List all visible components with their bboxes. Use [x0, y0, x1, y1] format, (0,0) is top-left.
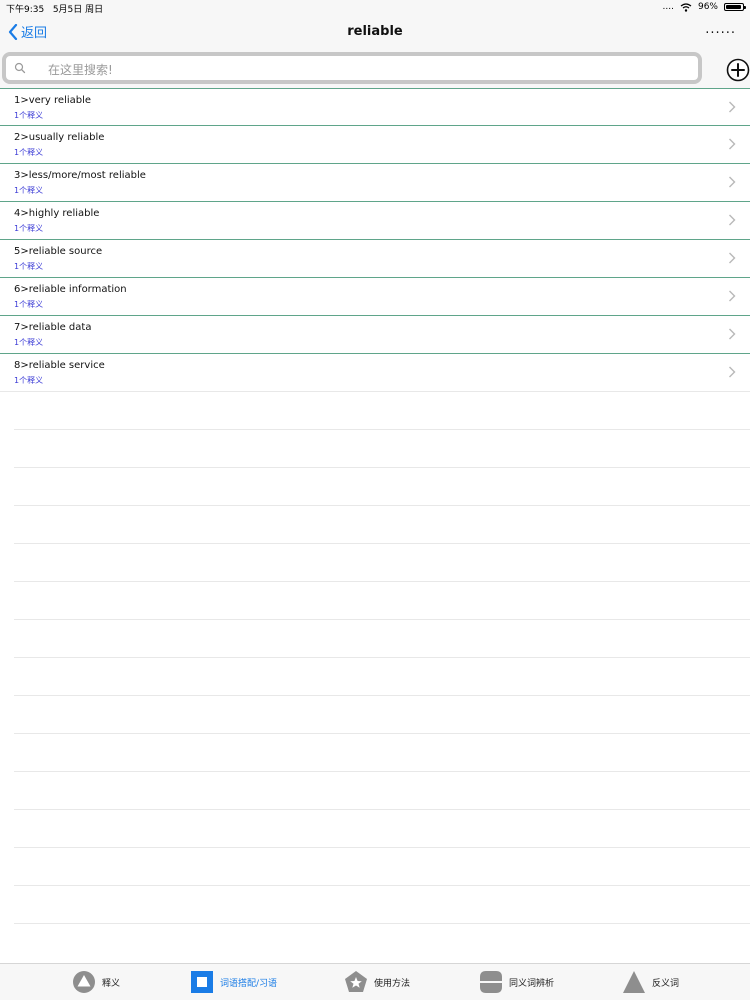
tab-synonyms[interactable]: 同义词辨析	[479, 970, 554, 994]
battery-fill	[726, 5, 742, 9]
search-input[interactable]	[46, 59, 650, 81]
square-icon	[191, 971, 213, 993]
tab-label: 词语搭配/习语	[220, 978, 278, 989]
triangle-circle-icon	[73, 971, 95, 993]
list-item[interactable]: 2>usually reliable 1个释义	[0, 126, 750, 164]
empty-row	[14, 848, 750, 886]
chevron-right-icon	[729, 290, 736, 302]
tab-label: 同义词辨析	[509, 978, 555, 989]
item-subtitle: 1个释义	[14, 224, 44, 233]
empty-row	[14, 620, 750, 658]
item-subtitle: 1个释义	[14, 376, 44, 385]
wifi-icon	[680, 2, 692, 12]
item-title: 8>reliable service	[14, 360, 105, 371]
search-bar	[0, 50, 750, 88]
empty-row	[14, 430, 750, 468]
item-subtitle: 1个释义	[14, 262, 44, 271]
item-subtitle: 1个释义	[14, 186, 44, 195]
tab-label: 反义词	[652, 978, 680, 989]
pentagon-star-icon	[345, 971, 367, 992]
status-bar: 下午9:35 5月5日 周日 .... 96%	[0, 0, 750, 15]
empty-row	[14, 468, 750, 506]
empty-row	[14, 886, 750, 924]
item-title: 5>reliable source	[14, 246, 103, 257]
list-item[interactable]: 5>reliable source 1个释义	[0, 240, 750, 278]
chevron-right-icon	[729, 252, 736, 264]
list-item[interactable]: 3>less/more/most reliable 1个释义	[0, 164, 750, 202]
chevron-right-icon	[729, 138, 736, 150]
empty-row	[14, 810, 750, 848]
battery-percent: 96%	[697, 2, 718, 12]
more-button[interactable]: ......	[705, 22, 736, 37]
item-subtitle: 1个释义	[14, 111, 44, 120]
item-subtitle: 1个释义	[14, 148, 44, 157]
tab-usage[interactable]: 使用方法	[344, 970, 410, 994]
item-subtitle: 1个释义	[14, 300, 44, 309]
tab-collocations[interactable]: 词语搭配/习语	[190, 970, 277, 994]
chevron-right-icon	[729, 214, 736, 226]
item-title: 3>less/more/most reliable	[14, 170, 146, 181]
triangle-icon	[623, 971, 645, 993]
list-item[interactable]: 4>highly reliable 1个释义	[0, 202, 750, 240]
item-title: 2>usually reliable	[14, 132, 105, 143]
item-subtitle: 1个释义	[14, 338, 44, 347]
list-item[interactable]: 7>reliable data 1个释义	[0, 316, 750, 354]
navigation-bar: 返回 reliable ......	[0, 14, 750, 50]
empty-row	[14, 392, 750, 430]
status-right: .... 96%	[662, 2, 746, 12]
empty-row	[14, 658, 750, 696]
chevron-right-icon	[729, 176, 736, 188]
collocation-list: 1>very reliable 1个释义 2>usually reliable …	[0, 88, 750, 924]
tab-label: 使用方法	[374, 978, 411, 989]
item-title: 1>very reliable	[14, 95, 92, 106]
signal-dots: ....	[662, 2, 674, 12]
empty-row	[14, 544, 750, 582]
tab-antonyms[interactable]: 反义词	[622, 970, 679, 994]
list-item[interactable]: 8>reliable service 1个释义	[0, 354, 750, 392]
empty-row	[14, 582, 750, 620]
page-title: reliable	[347, 24, 403, 39]
chevron-right-icon	[729, 366, 736, 378]
search-icon	[14, 62, 26, 74]
add-circle-icon[interactable]	[726, 58, 750, 82]
tab-label: 释义	[102, 978, 121, 989]
tab-definition[interactable]: 释义	[72, 970, 120, 994]
chevron-right-icon	[729, 101, 736, 113]
chevron-right-icon	[729, 328, 736, 340]
item-title: 4>highly reliable	[14, 208, 100, 219]
tab-bar: 释义 词语搭配/习语 使用方法 同义词辨析 反义词	[0, 963, 750, 1000]
list-item[interactable]: 1>very reliable 1个释义	[0, 88, 750, 126]
item-title: 7>reliable data	[14, 322, 92, 333]
split-rounded-icon	[480, 971, 502, 993]
empty-row	[14, 734, 750, 772]
empty-row	[14, 696, 750, 734]
empty-row	[14, 772, 750, 810]
list-item[interactable]: 6>reliable information 1个释义	[0, 278, 750, 316]
battery-icon	[724, 3, 746, 11]
empty-row	[14, 506, 750, 544]
item-title: 6>reliable information	[14, 284, 127, 295]
search-box[interactable]	[2, 52, 702, 84]
